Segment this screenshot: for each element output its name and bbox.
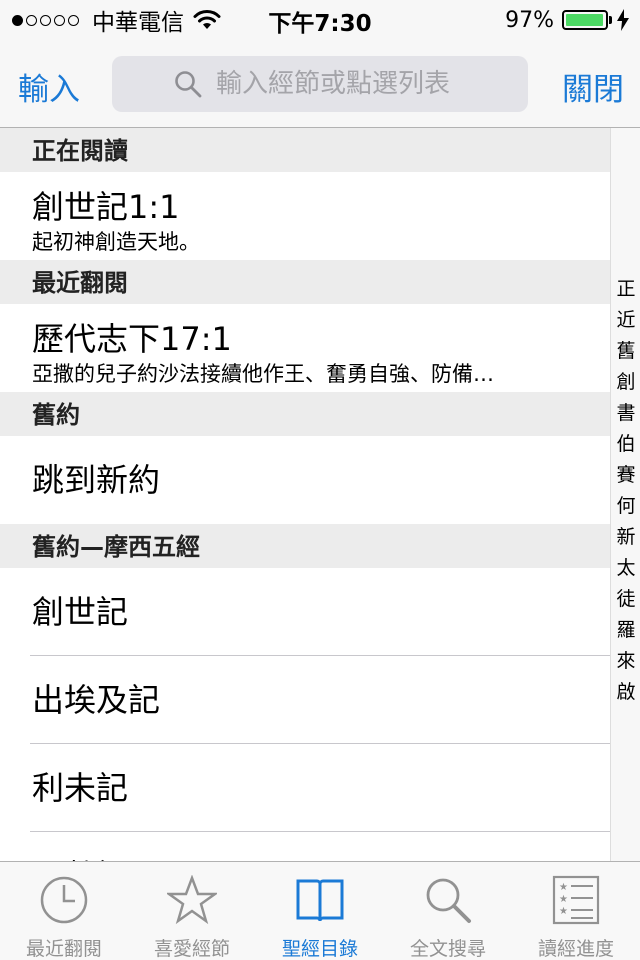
status-right: 97% [505,6,630,34]
section-header-pentateuch: 舊約—摩西五經 [0,524,610,568]
section-header-reading: 正在閱讀 [0,128,610,172]
tab-label: 喜愛經節 [153,938,230,960]
index-item[interactable]: 啟 [611,677,640,708]
tab-label: 讀經進度 [537,938,614,960]
index-item[interactable]: 書 [611,398,640,429]
battery-icon [562,10,608,30]
tab-reading-plan[interactable]: ★ ★ ★ 讀經進度 [512,862,640,960]
recent-reading-text: 亞撒的兒子約沙法接續他作王、奮勇自強、防備… [32,362,494,386]
current-reading-text: 起初神創造天地。 [32,230,200,254]
svg-text:★: ★ [559,882,568,893]
book-icon [296,879,344,922]
index-item[interactable]: 創 [611,367,640,398]
index-item[interactable]: 正 [611,274,640,305]
section-header-old-testament: 舊約 [0,392,610,436]
battery-tip [609,16,612,24]
search-field[interactable] [112,56,528,112]
tab-label: 最近翻閱 [25,938,102,960]
tab-bible-contents[interactable]: 聖經目錄 [256,862,384,960]
battery-fill [566,14,603,26]
section-index-list[interactable]: 正 近 舊 創 書 伯 賽 何 新 太 徒 羅 來 啟 [611,274,640,708]
charging-icon [617,9,629,31]
tab-recent[interactable]: 最近翻閱 [0,862,128,960]
book-row[interactable]: 出埃及記 [0,656,610,744]
magnifier-icon [175,71,202,98]
bible-book-list[interactable]: 正在閱讀 創世記1:1 起初神創造天地。 最近翻閱 歷代志下17:1 亞撒的兒子… [0,128,610,861]
tab-favorites[interactable]: 喜愛經節 [128,862,256,960]
close-button[interactable]: 關閉 [562,64,624,109]
star-icon [167,875,217,925]
index-item[interactable]: 伯 [611,429,640,460]
current-reading-reference: 創世記1:1 [32,188,180,226]
index-item[interactable]: 何 [611,491,640,522]
svg-text:★: ★ [559,906,568,917]
index-item[interactable]: 來 [611,646,640,677]
tab-full-text-search[interactable]: 全文搜尋 [384,862,512,960]
tab-bar: 最近翻閱 喜愛經節 聖經目錄 全文搜尋 ★ ★ ★ 讀經進度 [0,861,640,960]
checklist-icon: ★ ★ ★ [552,875,600,925]
recent-reading-reference: 歷代志下17:1 [32,320,232,358]
recent-reading-row[interactable]: 歷代志下17:1 亞撒的兒子約沙法接續他作王、奮勇自強、防備… [0,304,610,392]
clock-icon [40,876,88,924]
verse-search-input[interactable] [216,69,516,99]
book-row[interactable]: 利未記 [0,744,610,832]
section-index-bar[interactable]: 正 近 舊 創 書 伯 賽 何 新 太 徒 羅 來 啟 [610,128,640,861]
input-button[interactable]: 輸入 [18,64,80,109]
index-item[interactable]: 太 [611,553,640,584]
status-bar: 中華電信 下午7:30 97% [0,0,640,40]
index-item[interactable]: 羅 [611,615,640,646]
tab-label: 聖經目錄 [281,938,358,960]
current-reading-row[interactable]: 創世記1:1 起初神創造天地。 [0,172,610,260]
navigation-bar: 輸入 關閉 [0,40,640,128]
svg-text:★: ★ [559,894,568,905]
index-item[interactable]: 新 [611,522,640,553]
index-item[interactable]: 賽 [611,460,640,491]
section-header-recent: 最近翻閱 [0,260,610,304]
search-icon [426,878,471,923]
book-row[interactable]: 創世記 [0,568,610,656]
index-item[interactable]: 近 [611,305,640,336]
tab-label: 全文搜尋 [409,938,486,960]
book-row[interactable]: 民數記 [0,832,610,861]
index-item[interactable]: 舊 [611,336,640,367]
battery-percent: 97% [505,7,554,33]
jump-to-new-testament-row[interactable]: 跳到新約 [0,436,610,524]
index-item[interactable]: 徒 [611,584,640,615]
